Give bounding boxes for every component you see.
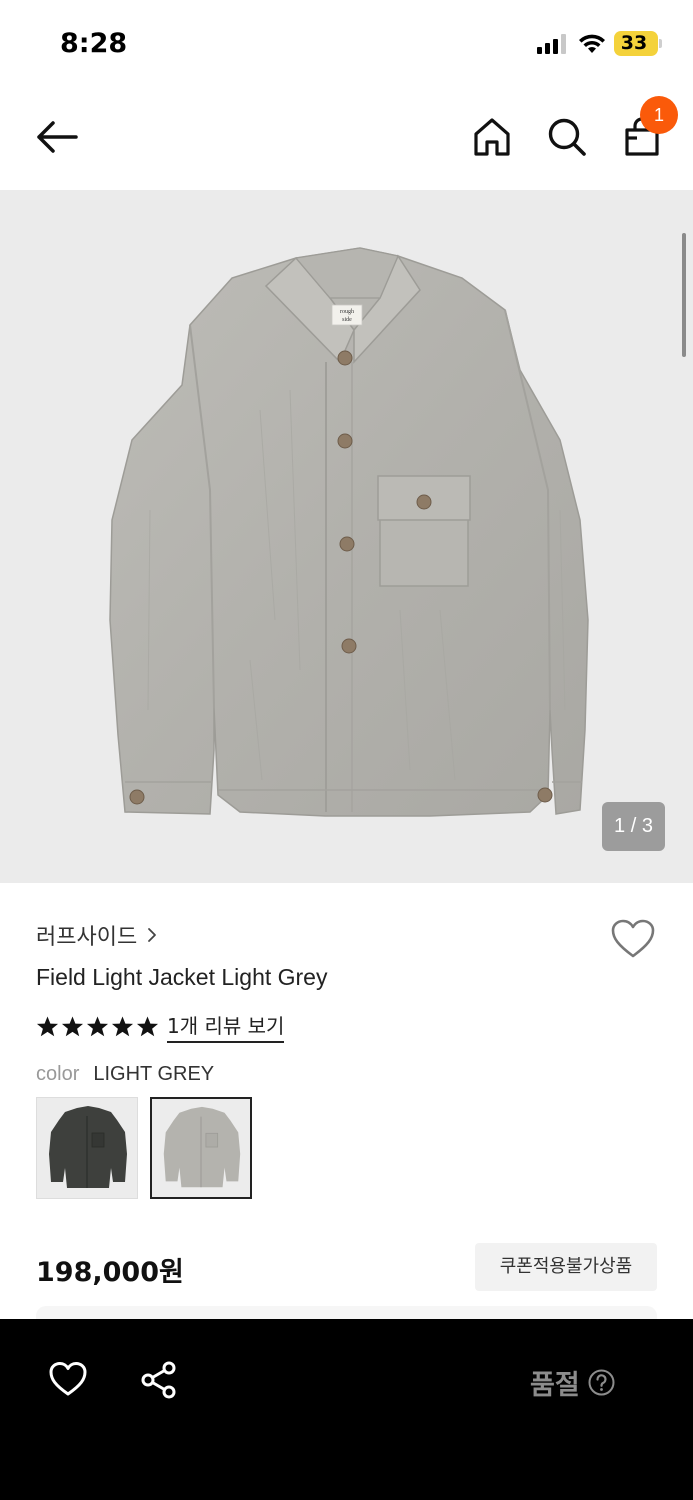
star-icon <box>136 1015 159 1036</box>
bottom-action-bar: 품절 <box>0 1319 693 1500</box>
rating-stars <box>36 1015 159 1038</box>
color-label: color <box>36 1063 80 1085</box>
review-link[interactable]: 1개 리뷰 보기 <box>167 1010 285 1043</box>
status-time: 8:28 <box>60 28 128 59</box>
wishlist-heart-icon[interactable] <box>610 918 656 960</box>
svg-text:rough: rough <box>340 309 354 315</box>
product-title: Field Light Jacket Light Grey <box>36 964 328 990</box>
scroll-indicator <box>682 233 686 357</box>
status-bar: 8:28 33 <box>0 0 693 88</box>
rating-row: 1개 리뷰 보기 <box>36 1010 285 1043</box>
chevron-right-icon <box>148 928 157 942</box>
cart-count-badge: 1 <box>640 96 678 134</box>
heart-icon[interactable] <box>48 1361 88 1397</box>
product-image-gallery[interactable]: rough side <box>0 190 693 883</box>
sold-out-status: 품절 <box>530 1363 615 1402</box>
cellular-signal-icon <box>537 34 566 54</box>
back-arrow-icon[interactable] <box>34 116 80 158</box>
battery-indicator: 33 <box>614 31 658 56</box>
coupon-badge: 쿠폰적용불가상품 <box>475 1243 657 1291</box>
brand-name: 러프사이드 <box>36 925 138 950</box>
help-icon[interactable] <box>588 1369 615 1396</box>
nav-bar <box>0 96 693 184</box>
image-counter: 1 / 3 <box>602 802 665 851</box>
svg-text:side: side <box>342 317 352 323</box>
star-icon <box>61 1015 84 1036</box>
star-icon <box>86 1015 109 1036</box>
search-icon[interactable] <box>546 116 588 158</box>
star-icon <box>36 1015 59 1036</box>
brand-link[interactable]: 러프사이드 <box>36 920 157 950</box>
star-icon <box>111 1015 134 1036</box>
swatch-light-thumbnail <box>163 1106 241 1188</box>
color-swatch-light-grey[interactable] <box>150 1097 252 1199</box>
swatch-dark-thumbnail <box>49 1106 127 1188</box>
battery-cap <box>659 39 662 48</box>
product-price: 198,000원 <box>36 1257 184 1288</box>
color-row: color LIGHT GREY <box>36 1063 214 1086</box>
product-image: rough side <box>109 247 589 817</box>
color-swatch-dark[interactable] <box>36 1097 138 1199</box>
wifi-icon <box>579 34 605 53</box>
share-icon[interactable] <box>140 1361 178 1399</box>
battery-level: 33 <box>620 32 648 54</box>
sold-out-label: 품절 <box>530 1370 580 1401</box>
color-value: LIGHT GREY <box>93 1063 215 1085</box>
home-icon[interactable] <box>472 116 512 158</box>
